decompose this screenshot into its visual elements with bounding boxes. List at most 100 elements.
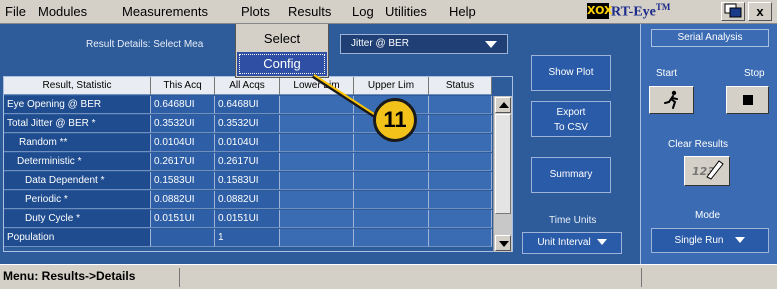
mode-value: Single Run (674, 235, 724, 246)
table-cell (354, 229, 429, 247)
table-row[interactable]: Total Jitter @ BER * 0.3532UI 0.3532UI (4, 115, 492, 133)
table-cell: Total Jitter @ BER * (4, 115, 151, 133)
table-cell (429, 172, 492, 190)
status-bar: Menu: Results->Details (0, 264, 777, 289)
table-cell: Random ** (4, 134, 151, 152)
menu-measurements[interactable]: Measurements (122, 4, 208, 19)
scroll-up-button[interactable] (495, 97, 511, 113)
export-csv-button[interactable]: Export To CSV (531, 101, 611, 137)
table-cell (280, 153, 354, 171)
table-cell (429, 191, 492, 209)
table-row[interactable]: Eye Opening @ BER 0.6468UI 0.6468UI (4, 96, 492, 114)
export-label-line1: Export (556, 107, 586, 118)
table-cell (280, 172, 354, 190)
serial-analysis-panel: Serial Analysis Start Stop Clear Results… (640, 24, 777, 264)
summary-button[interactable]: Summary (531, 157, 611, 193)
menu-file[interactable]: File (5, 4, 26, 19)
clear-results-button[interactable]: 123 (684, 156, 730, 186)
column-header[interactable]: This Acq (151, 77, 215, 95)
eraser-icon: 123 (692, 160, 724, 180)
table-row[interactable]: Duty Cycle * 0.0151UI 0.0151UI (4, 210, 492, 228)
table-cell (429, 229, 492, 247)
menu-utilities[interactable]: Utilities (385, 4, 427, 19)
logo-mark: XOX (587, 3, 613, 19)
chevron-down-icon (485, 41, 497, 48)
menu-modules[interactable]: Modules (38, 4, 87, 19)
measurement-select-value: Jitter @ BER (351, 38, 409, 49)
measurement-select[interactable]: Jitter @ BER (340, 34, 508, 54)
serial-analysis-title: Serial Analysis (651, 29, 769, 47)
table-row[interactable]: Random ** 0.0104UI 0.0104UI (4, 134, 492, 152)
table-row[interactable]: Deterministic * 0.2617UI 0.2617UI (4, 153, 492, 171)
rt-eye-logo: XOX RT-EyeTM (587, 2, 683, 21)
table-cell (280, 210, 354, 228)
screen-capture-button[interactable] (721, 2, 745, 21)
menu-bar: File Modules Measurements Plots Results … (0, 0, 777, 24)
table-cell: 0.3532UI (215, 115, 280, 133)
results-table: Result, Statistic This Acq All Acqs Lowe… (3, 76, 513, 252)
running-man-icon (663, 90, 678, 109)
menu-results[interactable]: Results (288, 4, 331, 19)
scroll-thumb[interactable] (495, 114, 511, 214)
column-header[interactable]: Upper Lim (354, 77, 429, 95)
table-cell: Eye Opening @ BER (4, 96, 151, 114)
table-scrollbar[interactable] (493, 96, 512, 252)
status-divider (179, 268, 180, 287)
table-cell (429, 134, 492, 152)
time-units-label: Time Units (549, 215, 597, 226)
start-label: Start (656, 68, 678, 79)
table-row[interactable]: Data Dependent * 0.1583UI 0.1583UI (4, 172, 492, 190)
clear-results-label: Clear Results (668, 139, 729, 150)
arrow-up-icon (499, 102, 509, 108)
logo-text: RT-EyeTM (611, 2, 671, 20)
menu-plots[interactable]: Plots (241, 4, 270, 19)
table-cell (354, 191, 429, 209)
table-cell: Periodic * (4, 191, 151, 209)
column-header[interactable]: Status (429, 77, 492, 95)
column-header[interactable]: All Acqs (215, 77, 280, 95)
time-units-select[interactable]: Unit Interval (522, 232, 622, 254)
menu-help[interactable]: Help (449, 4, 476, 19)
table-cell: 0.0104UI (151, 134, 215, 152)
table-cell (354, 172, 429, 190)
close-icon: x (756, 4, 764, 19)
mode-select[interactable]: Single Run (651, 228, 769, 253)
menu-log[interactable]: Log (352, 4, 374, 19)
stop-button[interactable] (726, 86, 769, 114)
table-cell: Deterministic * (4, 153, 151, 171)
table-row[interactable]: Population 1 (4, 229, 492, 247)
table-cell (280, 229, 354, 247)
table-cell (280, 96, 354, 114)
table-cell: 1 (215, 229, 280, 247)
result-details-label: Result Details: Select Mea (86, 39, 204, 50)
table-cell: 0.0151UI (215, 210, 280, 228)
table-cell: 0.6468UI (151, 96, 215, 114)
scroll-down-button[interactable] (495, 235, 511, 251)
column-header[interactable]: Result, Statistic (4, 77, 151, 95)
table-cell: 0.0104UI (215, 134, 280, 152)
mode-label: Mode (695, 210, 721, 221)
table-header: Result, Statistic This Acq All Acqs Lowe… (4, 77, 492, 95)
table-cell (354, 153, 429, 171)
table-cell: Population (4, 229, 151, 247)
table-row[interactable]: Periodic * 0.0882UI 0.0882UI (4, 191, 492, 209)
table-cell: 0.1583UI (215, 172, 280, 190)
start-button[interactable] (649, 86, 694, 114)
time-units-value: Unit Interval (537, 237, 591, 248)
table-cell: Duty Cycle * (4, 210, 151, 228)
table-cell: 0.1583UI (151, 172, 215, 190)
table-cell (429, 115, 492, 133)
table-cell (354, 210, 429, 228)
table-cell: 0.6468UI (215, 96, 280, 114)
menu-item-config[interactable]: Config (237, 52, 327, 76)
close-button[interactable]: x (748, 2, 772, 21)
results-panel: Result Details: Select Mea Jitter @ BER … (0, 24, 777, 264)
table-cell (429, 210, 492, 228)
show-plot-button[interactable]: Show Plot (531, 55, 611, 91)
callout-badge: 11 (373, 98, 417, 142)
table-cell: Data Dependent * (4, 172, 151, 190)
menu-item-select[interactable]: Select (237, 27, 327, 51)
chevron-down-icon (735, 237, 746, 244)
arrow-down-icon (499, 241, 509, 247)
status-divider (641, 268, 642, 287)
